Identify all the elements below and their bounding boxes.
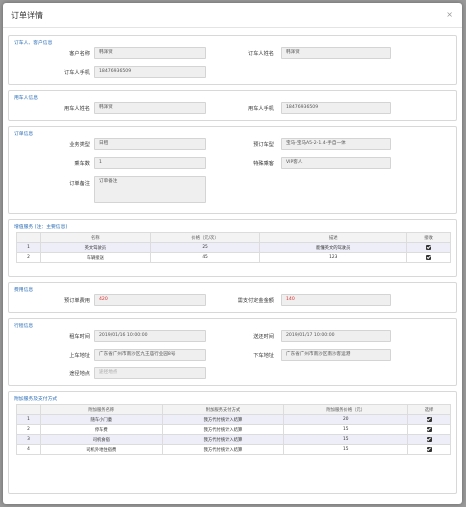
special-passenger-label: 特殊乘客 [253,161,274,167]
dropoff-label: 下车地址 [253,353,274,359]
col-header [16,404,41,415]
col-header: 接收 [406,232,451,243]
order-detail-dialog: 订单详情 × 订车人、客户信息 客户名称 韩泽贤 订车人姓名 韩泽贤 订车人手机… [3,3,462,504]
table-header-row: 附加服务名称 附加服务支付方式 附加服务价格（元） 选择 [16,404,451,415]
table-row[interactable]: 1 随车小门童 我方代付统计入结算 20 [16,414,451,425]
extras-table: 附加服务名称 附加服务支付方式 附加服务价格（元） 选择 1 随车小门童 我方代… [16,404,451,455]
close-icon[interactable]: × [446,10,453,19]
table-header-row: 名称 价格（元/次） 描述 接收 [16,232,451,243]
passenger-section: 用车人信息 用车人姓名 韩泽贤 用车人手机 18476936509 [8,90,457,121]
deposit-label: 需支付定金金额 [237,298,274,304]
table-row[interactable]: 1 英文驾驶员 25 能懂英文的驾驶员 [16,242,451,253]
passenger-name-field[interactable]: 韩泽贤 [94,102,206,114]
checkbox-checked-icon[interactable] [426,426,432,432]
section-title: 费用信息 [14,288,34,293]
booker-name-label: 订车人姓名 [248,51,274,57]
section-title: 行程信息 [14,324,34,329]
fees-section: 费用信息 预订单费用 420 需支付定金金额 140 [8,282,457,313]
deposit-field[interactable]: 140 [281,294,391,306]
checkbox-checked-icon[interactable] [426,244,432,250]
checkbox-checked-icon[interactable] [426,416,432,422]
passenger-phone-field[interactable]: 18476936509 [281,102,391,114]
table-row[interactable]: 2 停车费 我方代付统计入结算 15 [16,424,451,435]
extras-section: 附加服务及支付方式 附加服务名称 附加服务支付方式 附加服务价格（元） 选择 1… [8,391,457,494]
checkbox-checked-icon[interactable] [426,446,432,452]
booking-fee-label: 预订单费用 [64,298,90,304]
customer-name-field[interactable]: 韩泽贤 [94,47,206,59]
section-title: 附加服务及支付方式 [14,397,58,402]
customer-name-label: 客户名称 [69,51,90,57]
trip-section: 行程信息 租车时间 2019/01/16 10:00:00 送还时间 2019/… [8,318,457,386]
pickup-label: 上车地址 [69,353,90,359]
via-field[interactable]: 途径地点 [94,367,206,379]
col-header: 选择 [407,404,451,415]
booker-phone-field[interactable]: 18476936509 [94,66,206,78]
section-title: 订车人、客户信息 [14,41,53,46]
passenger-name-label: 用车人姓名 [64,106,90,112]
business-type-label: 业务类型 [69,142,90,148]
booker-name-field[interactable]: 韩泽贤 [281,47,391,59]
car-count-field[interactable]: 1 [94,157,206,169]
rent-time-field[interactable]: 2019/01/16 10:00:00 [94,330,206,342]
col-header: 价格（元/次） [149,232,261,243]
table-row[interactable]: 2 车辆接送 45 123 [16,252,451,263]
services-table: 名称 价格（元/次） 描述 接收 1 英文驾驶员 25 能懂英文的驾驶员 2 车… [16,232,451,263]
section-title: 用车人信息 [14,96,38,101]
checkbox-checked-icon[interactable] [426,436,432,442]
dropoff-field[interactable]: 广东省广州市南沙区南沙客运港 [281,349,391,361]
dialog-title: 订单详情 [11,11,43,20]
rent-time-label: 租车时间 [69,334,90,340]
col-header [16,232,41,243]
vehicle-type-field[interactable]: 宝马-宝马A5-2-1.4-手自一体 [281,138,391,150]
passenger-phone-label: 用车人手机 [248,106,274,112]
services-section: 增值服务 (注：主要信息) 名称 价格（元/次） 描述 接收 1 英文驾驶员 2… [8,219,457,277]
section-title: 增值服务 (注：主要信息) [14,225,68,230]
via-label: 途径地点 [69,371,90,377]
col-header: 描述 [259,232,408,243]
col-header: 附加服务名称 [39,404,163,415]
return-time-field[interactable]: 2019/01/17 10:00:00 [281,330,391,342]
dialog-body: 订车人、客户信息 客户名称 韩泽贤 订车人姓名 韩泽贤 订车人手机 184769… [3,29,462,504]
vehicle-type-label: 预订车型 [253,142,274,148]
dialog-header: 订单详情 × [3,3,462,28]
section-title: 订单信息 [14,132,34,137]
order-note-textarea[interactable]: 订单备注 [94,176,206,203]
booker-phone-label: 订车人手机 [64,70,90,76]
customer-section: 订车人、客户信息 客户名称 韩泽贤 订车人姓名 韩泽贤 订车人手机 184769… [8,35,457,85]
order-note-label: 订单备注 [69,181,90,187]
pickup-field[interactable]: 广东省广州市南沙区九王庙行业园8号 [94,349,206,361]
booking-fee-field[interactable]: 420 [94,294,206,306]
checkbox-checked-icon[interactable] [426,254,432,260]
col-header: 附加服务价格（元） [283,404,409,415]
table-row[interactable]: 4 司机外地住宿费 我方代付统计入结算 15 [16,444,451,455]
order-info-section: 订单信息 业务类型 日租 预订车型 宝马-宝马A5-2-1.4-手自一体 乘车数… [8,126,457,214]
car-count-label: 乘车数 [74,161,90,167]
special-passenger-field[interactable]: VIP客人 [281,157,391,169]
return-time-label: 送还时间 [253,334,274,340]
col-header: 名称 [39,232,151,243]
business-type-field[interactable]: 日租 [94,138,206,150]
table-row[interactable]: 3 司机食宿 我方代付统计入结算 15 [16,434,451,445]
col-header: 附加服务支付方式 [161,404,285,415]
